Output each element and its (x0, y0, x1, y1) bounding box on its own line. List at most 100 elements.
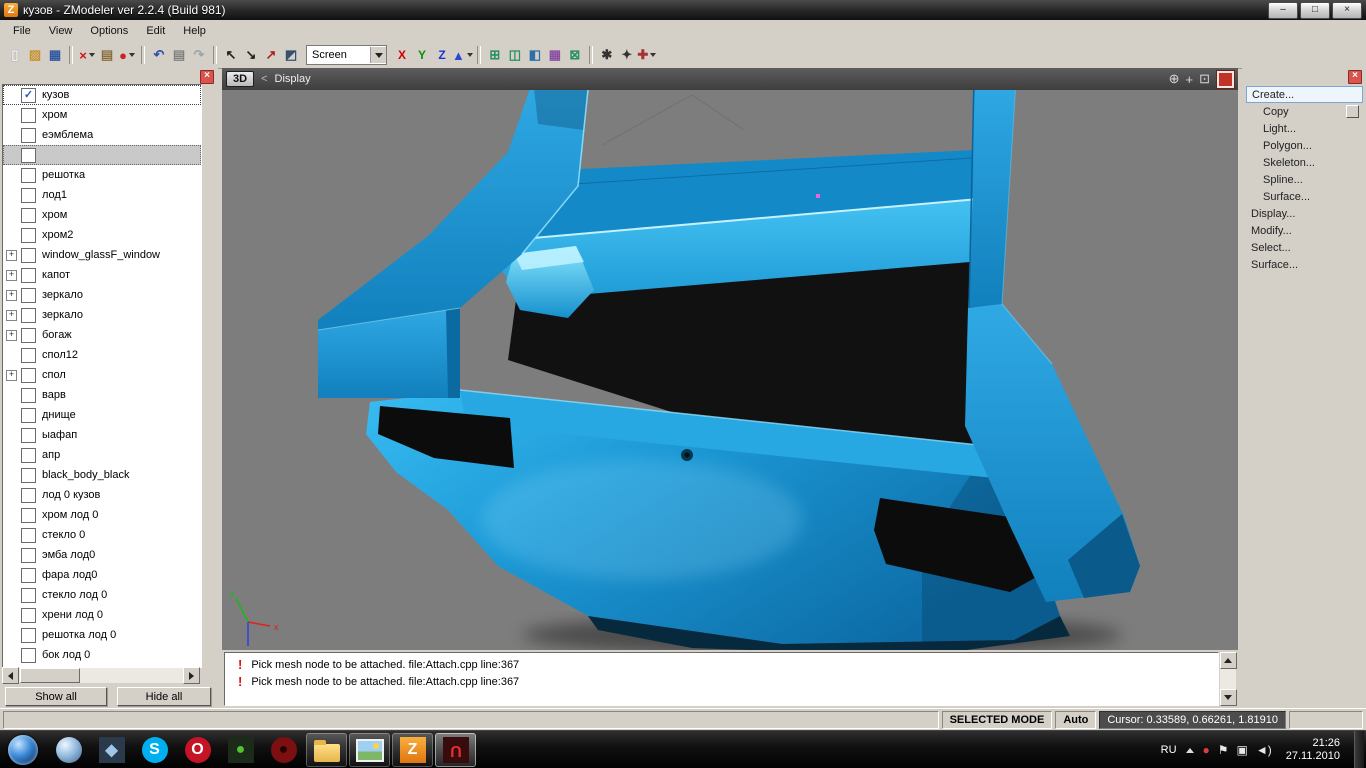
visibility-checkbox[interactable] (21, 288, 36, 303)
visibility-checkbox[interactable] (21, 448, 36, 463)
visibility-checkbox[interactable] (21, 168, 36, 183)
clock[interactable]: 21:26 27.11.2010 (1281, 737, 1345, 763)
list-item[interactable]: стекло лод 0 (3, 585, 201, 605)
command-display[interactable]: Display... (1242, 205, 1366, 222)
vertical-scrollbar[interactable] (1220, 652, 1236, 706)
tray-app-icon[interactable]: ● (1203, 743, 1210, 757)
taskbar-app-green[interactable]: ● (220, 733, 261, 767)
command-modify[interactable]: Modify... (1242, 222, 1366, 239)
tray-volume-icon[interactable]: ◄) (1256, 743, 1272, 757)
taskbar-media-red[interactable]: ● (263, 733, 304, 767)
skeleton-icon[interactable]: ✦ (617, 45, 637, 65)
list-item[interactable]: апр (3, 445, 201, 465)
list-item[interactable]: спол12 (3, 345, 201, 365)
visibility-checkbox[interactable] (21, 648, 36, 663)
paste-icon[interactable]: ▤ (97, 45, 117, 65)
menu-view[interactable]: View (40, 22, 82, 40)
scroll-right-icon[interactable] (183, 667, 200, 684)
select-faces-icon[interactable]: ↗ (261, 45, 281, 65)
panel-close-icon[interactable]: × (1348, 70, 1362, 84)
uv-grid-icon[interactable]: ⊞ (485, 45, 505, 65)
visibility-checkbox[interactable] (21, 608, 36, 623)
minimize-button[interactable]: – (1268, 2, 1298, 19)
start-button[interactable] (8, 735, 38, 765)
command-select[interactable]: Select... (1242, 239, 1366, 256)
viewport-canvas[interactable]: x y z (222, 90, 1238, 650)
taskbar-app-dark[interactable]: ◆ (91, 733, 132, 767)
horizontal-scrollbar[interactable] (2, 668, 200, 683)
3d-scene-canvas[interactable]: x y z (222, 90, 1238, 650)
visibility-checkbox[interactable] (21, 408, 36, 423)
tray-flag-icon[interactable]: ⚑ (1218, 743, 1229, 757)
hidden-icons-chevron-icon[interactable] (1186, 748, 1194, 753)
visibility-checkbox[interactable] (21, 368, 36, 383)
delete-icon[interactable]: × (77, 45, 97, 65)
list-item[interactable]: хрени лод 0 (3, 605, 201, 625)
list-item[interactable]: хром лод 0 (3, 505, 201, 525)
visibility-checkbox[interactable] (21, 528, 36, 543)
viewmode-dropdown[interactable]: Screen (306, 45, 387, 65)
visibility-checkbox[interactable] (21, 208, 36, 223)
weld-icon[interactable]: ⊠ (565, 45, 585, 65)
visibility-checkbox[interactable] (21, 308, 36, 323)
visibility-checkbox[interactable] (21, 548, 36, 563)
show-desktop-button[interactable] (1354, 731, 1364, 768)
bone-icon[interactable]: ✚ (637, 45, 657, 65)
maximize-button[interactable]: □ (1300, 2, 1330, 19)
visibility-checkbox[interactable] (21, 188, 36, 203)
list-item[interactable]: бок лод 0 (3, 645, 201, 665)
command-surface[interactable]: Surface... (1242, 256, 1366, 273)
record-icon[interactable]: ● (117, 45, 137, 65)
select-edges-icon[interactable]: ↘ (241, 45, 261, 65)
visibility-checkbox[interactable]: ✓ (21, 88, 36, 103)
command-skeleton[interactable]: Skeleton... (1242, 154, 1366, 171)
list-item[interactable]: ыафап (3, 425, 201, 445)
maximize-view-icon[interactable] (1217, 71, 1234, 88)
panel-close-icon[interactable]: × (200, 70, 214, 84)
menu-help[interactable]: Help (174, 22, 215, 40)
normals-icon[interactable]: ▲ (452, 45, 473, 65)
list-item[interactable]: хром2 (3, 225, 201, 245)
menu-options[interactable]: Options (81, 22, 137, 40)
list-item[interactable]: +зеркало (3, 285, 201, 305)
taskbar-image-viewer[interactable] (349, 733, 390, 767)
list-item[interactable]: решотка (3, 165, 201, 185)
close-button[interactable]: × (1332, 2, 1362, 19)
expander-icon[interactable]: + (6, 290, 17, 301)
visibility-checkbox[interactable] (21, 388, 36, 403)
taskbar-opera[interactable]: O (177, 733, 218, 767)
taskbar-magnet-tool[interactable]: U (435, 733, 476, 767)
list-item[interactable]: +спол (3, 365, 201, 385)
visibility-checkbox[interactable] (21, 328, 36, 343)
expander-icon[interactable]: + (6, 310, 17, 321)
taskbar-explorer[interactable] (306, 733, 347, 767)
visibility-checkbox[interactable] (21, 228, 36, 243)
expander-icon[interactable]: + (6, 330, 17, 341)
visibility-checkbox[interactable] (21, 628, 36, 643)
redo-icon[interactable]: ↷ (189, 45, 209, 65)
taskbar-skype[interactable]: S (134, 733, 175, 767)
view-mode-button[interactable]: 3D (226, 71, 254, 87)
scroll-down-icon[interactable] (1220, 689, 1237, 706)
view-display-label[interactable]: Display (275, 73, 311, 85)
visibility-checkbox[interactable] (21, 468, 36, 483)
pan-icon[interactable]: + (1186, 72, 1194, 87)
select-vertices-icon[interactable]: ↖ (221, 45, 241, 65)
visibility-checkbox[interactable] (21, 108, 36, 123)
menu-edit[interactable]: Edit (137, 22, 174, 40)
language-indicator[interactable]: RU (1161, 744, 1177, 756)
history-icon[interactable]: ▤ (169, 45, 189, 65)
list-item[interactable]: варв (3, 385, 201, 405)
scroll-left-icon[interactable] (2, 667, 19, 684)
select-objects-icon[interactable]: ◩ (281, 45, 301, 65)
list-item[interactable]: +богаж (3, 325, 201, 345)
status-auto-cell[interactable]: Auto (1055, 711, 1096, 729)
list-item[interactable]: black_body_black (3, 465, 201, 485)
axis-x-button[interactable]: X (392, 45, 412, 65)
list-item[interactable]: +зеркало (3, 305, 201, 325)
taskbar-browser[interactable] (48, 733, 89, 767)
command-spline[interactable]: Spline... (1242, 171, 1366, 188)
dropdown-caret-icon[interactable] (467, 53, 473, 57)
kinematics-icon[interactable]: ✱ (597, 45, 617, 65)
list-item[interactable]: хром (3, 205, 201, 225)
